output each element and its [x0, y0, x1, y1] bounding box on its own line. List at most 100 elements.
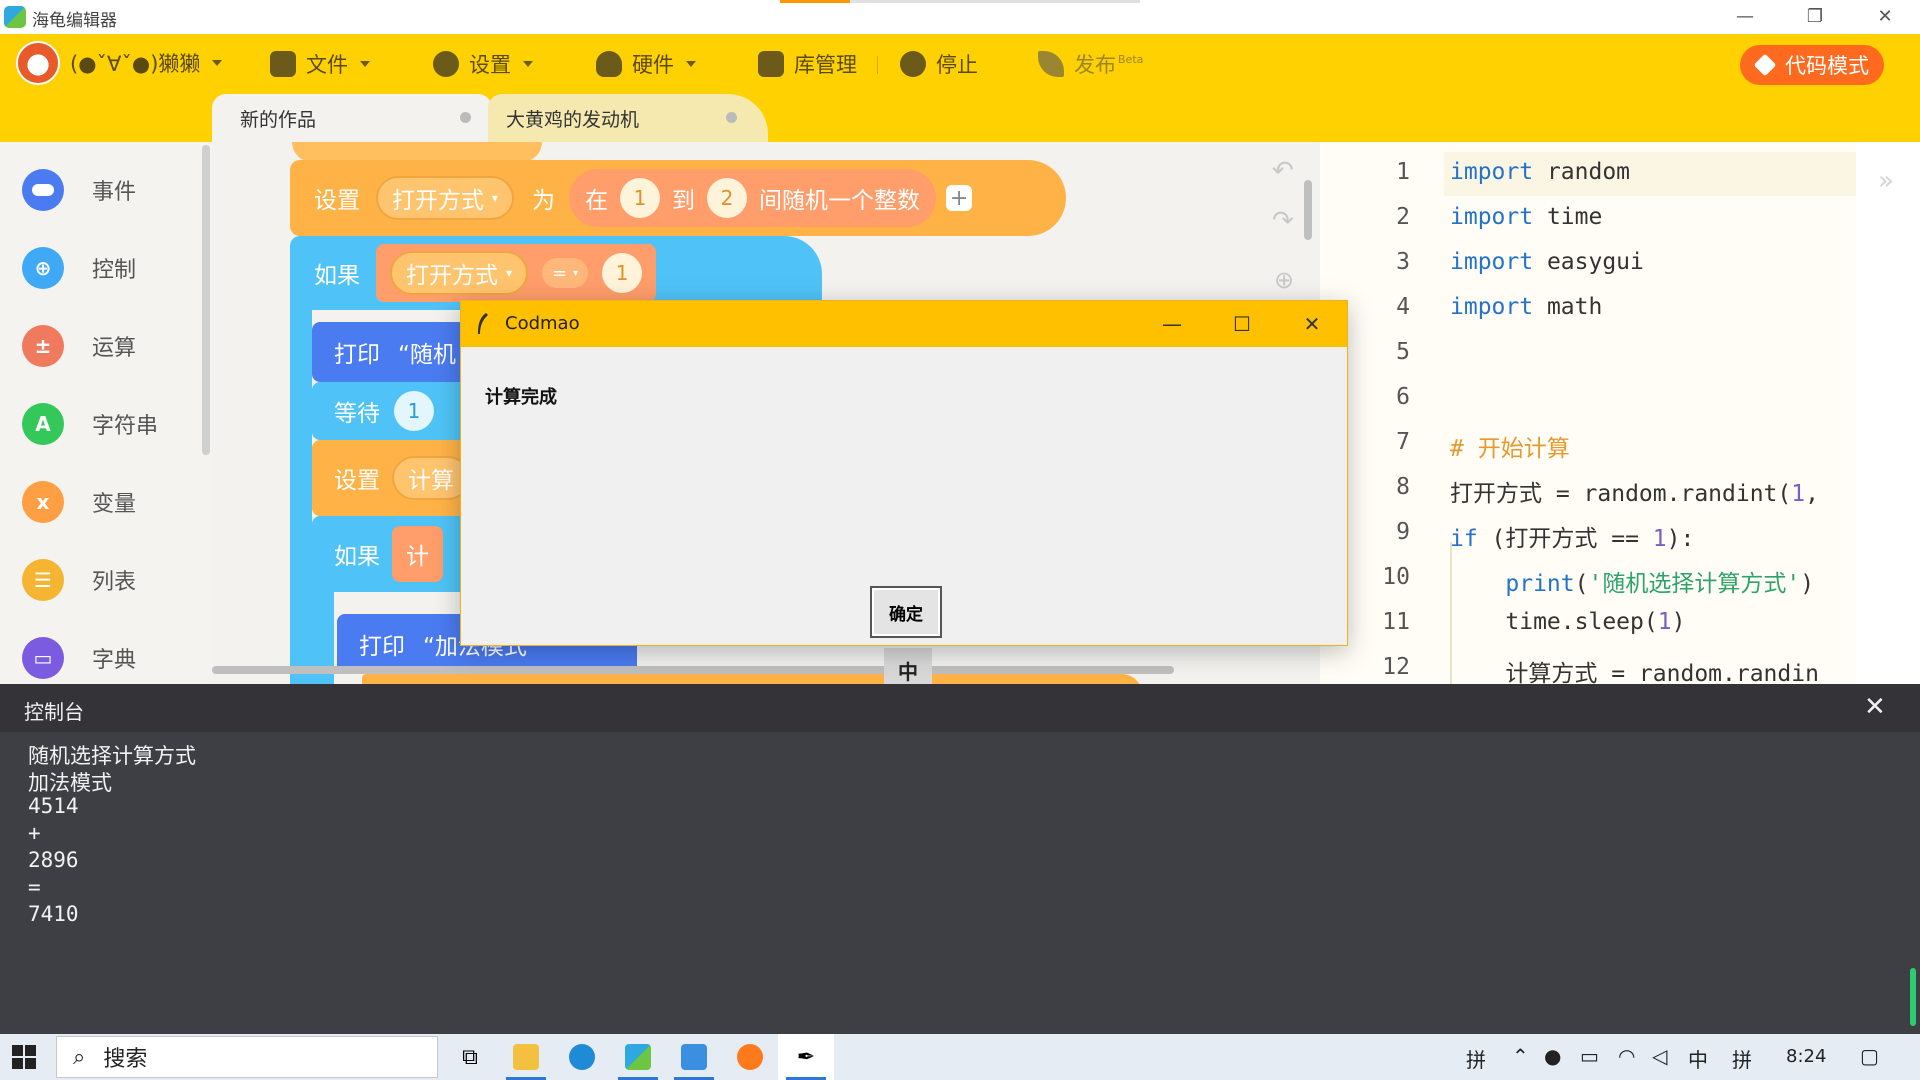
compare-reporter[interactable]: 计 — [392, 526, 443, 582]
wait-value[interactable]: 1 — [394, 391, 434, 431]
compare-reporter[interactable]: 打开方式 ▾ = ▾ 1 — [376, 244, 657, 302]
code-line[interactable]: import easygui — [1450, 249, 1644, 275]
operator-value: = — [552, 262, 568, 284]
stop-button[interactable]: 停止 — [900, 48, 978, 80]
library-manager-button[interactable]: 库管理 — [758, 48, 857, 80]
code-text: (打开方式 == — [1477, 526, 1653, 552]
sidebar-scrollbar[interactable] — [202, 145, 210, 455]
if-block[interactable]: 如果 打开方式 ▾ = ▾ 1 — [290, 236, 822, 310]
console-line: 2896 — [28, 848, 79, 872]
compare-value[interactable]: 1 — [602, 253, 643, 293]
taskbar-search-box[interactable]: ⌕ 搜索 — [56, 1036, 438, 1078]
qq-icon[interactable]: ● — [1544, 1044, 1561, 1068]
random-int-label: 间随机一个整数 — [759, 188, 921, 214]
partial-block-top[interactable] — [292, 142, 542, 162]
console-scrollbar[interactable] — [1910, 968, 1916, 1026]
user-menu[interactable]: (●ˇ∀ˇ●)獭獭 — [16, 40, 223, 86]
clock[interactable]: 8:24 — [1786, 1046, 1826, 1067]
tab-new-work[interactable]: 新的作品 — [212, 94, 492, 142]
console-output[interactable]: 随机选择计算方式 加法模式 4514 + 2896 = 7410 — [0, 732, 1920, 1034]
variable-dropdown[interactable]: 计算 — [392, 456, 470, 500]
tab-close-icon[interactable] — [460, 112, 471, 123]
windows-start-icon[interactable] — [12, 1045, 36, 1069]
workspace-horizontal-scrollbar[interactable] — [212, 666, 1174, 674]
to-value[interactable]: 2 — [707, 178, 748, 218]
operator-dropdown[interactable]: = ▾ — [542, 258, 589, 288]
notepad-icon[interactable] — [666, 1034, 722, 1080]
undo-icon[interactable]: ↶ — [1272, 156, 1294, 186]
minimize-icon[interactable]: — — [1710, 0, 1780, 34]
tab-close-icon[interactable] — [726, 112, 737, 123]
set-random-block[interactable]: 设置 打开方式 ▾ 为 在 1 到 2 间随机一个整数 + — [290, 160, 1066, 236]
gear-icon — [433, 51, 459, 77]
wifi-icon[interactable]: ◠ — [1618, 1044, 1635, 1068]
code-line[interactable]: print('随机选择计算方式') — [1450, 564, 1814, 598]
zoom-center-button[interactable]: 中 — [884, 648, 932, 684]
chevron-down-icon — [360, 61, 370, 67]
language-indicator[interactable]: 中 — [1688, 1044, 1708, 1073]
category-control[interactable]: ⊕ 控制 — [22, 244, 136, 292]
code-line[interactable]: 计算方式 = random.randin — [1450, 654, 1819, 684]
code-line[interactable]: import random — [1450, 159, 1630, 185]
console-line: + — [28, 821, 41, 845]
file-explorer-icon[interactable] — [498, 1034, 554, 1080]
add-param-button[interactable]: + — [946, 185, 973, 211]
category-dictionary[interactable]: ▭ 字典 — [22, 634, 136, 682]
random-int-reporter[interactable]: 在 1 到 2 间随机一个整数 — [569, 169, 937, 227]
publish-button[interactable]: 发布 Beta — [1038, 48, 1143, 80]
restore-icon[interactable]: ❐ — [1780, 0, 1850, 34]
category-events[interactable]: 事件 — [22, 166, 136, 214]
code-editor[interactable]: 1 2 3 4 5 6 7 8 9 10 11 12 import random… — [1320, 142, 1920, 684]
code-line-comment[interactable]: # 开始计算 — [1450, 429, 1570, 463]
variable-dropdown[interactable]: 打开方式 ▾ — [390, 251, 529, 295]
code-text: ) — [1671, 609, 1686, 635]
code-line[interactable]: time.sleep(1) — [1450, 609, 1685, 635]
firefox-icon[interactable] — [722, 1034, 778, 1080]
line-number: 1 — [1396, 159, 1410, 185]
code-text: 计算方式 = random.randin — [1505, 661, 1819, 684]
battery-icon[interactable]: ▭ — [1580, 1044, 1599, 1068]
ime-pinyin-icon[interactable]: 拼 — [1466, 1044, 1486, 1073]
task-view-icon[interactable]: ⧉ — [442, 1034, 498, 1080]
stop-icon — [900, 51, 926, 77]
chevron-up-icon[interactable]: ⌃ — [1512, 1044, 1529, 1068]
expand-panel-icon[interactable]: » — [1878, 166, 1894, 196]
toolbar-divider — [877, 56, 878, 74]
category-strings-label: 字符串 — [92, 414, 159, 439]
dialog-minimize-icon[interactable]: — — [1137, 301, 1207, 347]
code-line[interactable]: if (打开方式 == 1): — [1450, 519, 1694, 553]
category-strings[interactable]: A 字符串 — [22, 400, 158, 448]
tab-big-yellow-chicken[interactable]: 大黄鸡的发动机 — [488, 94, 768, 142]
file-menu[interactable]: 文件 — [270, 48, 370, 80]
dialog-maximize-icon[interactable]: ☐ — [1207, 301, 1277, 347]
from-value[interactable]: 1 — [620, 178, 661, 218]
category-variables[interactable]: x 变量 — [22, 478, 136, 526]
zoom-in-icon[interactable]: ⊕ — [1274, 266, 1294, 294]
dialog-close-icon[interactable]: ✕ — [1277, 301, 1347, 347]
code-line[interactable]: import math — [1450, 294, 1602, 320]
category-operators[interactable]: ± 运算 — [22, 322, 136, 370]
indent-guide — [1450, 542, 1452, 684]
code-mode-button[interactable]: 代码模式 — [1740, 45, 1884, 85]
turtle-editor-icon[interactable] — [610, 1034, 666, 1080]
settings-menu[interactable]: 设置 — [433, 48, 533, 80]
ime-pinyin-icon-2[interactable]: 拼 — [1732, 1044, 1752, 1073]
redo-icon[interactable]: ↷ — [1272, 206, 1294, 236]
partial-block-bottom[interactable] — [362, 674, 1142, 684]
volume-icon[interactable]: ◁ — [1652, 1044, 1667, 1068]
notification-icon[interactable]: ▢ — [1860, 1044, 1879, 1068]
code-keyword: import — [1450, 204, 1534, 230]
python-feather-icon[interactable]: ✒ — [778, 1034, 834, 1080]
category-lists[interactable]: ☰ 列表 — [22, 556, 136, 604]
code-line[interactable]: import time — [1450, 204, 1602, 230]
hardware-menu[interactable]: 硬件 — [596, 48, 696, 80]
code-line[interactable]: 打开方式 = random.randint(1, — [1450, 474, 1819, 508]
close-icon[interactable]: ✕ — [1850, 0, 1920, 34]
console-close-icon[interactable]: ✕ — [1864, 692, 1886, 722]
variable-dropdown[interactable]: 打开方式 ▾ — [376, 176, 515, 220]
user-name: (●ˇ∀ˇ●)獭獭 — [70, 52, 201, 76]
dialog-ok-button[interactable]: 确定 — [870, 586, 942, 638]
edge-browser-icon[interactable] — [554, 1034, 610, 1080]
workspace-vertical-scrollbar[interactable] — [1304, 180, 1312, 240]
